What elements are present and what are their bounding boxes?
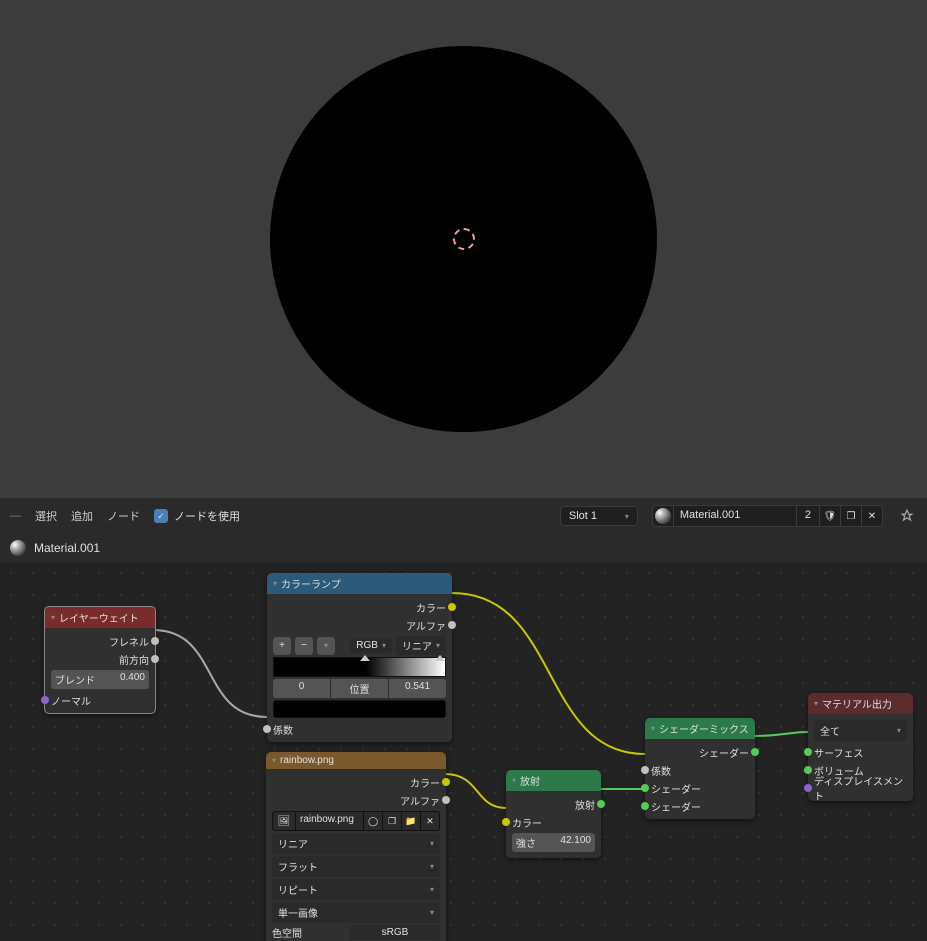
menu-select[interactable]: 選択 xyxy=(35,508,57,524)
color-mode-select[interactable]: RGB▾ xyxy=(350,638,392,653)
input-surface[interactable]: サーフェス xyxy=(808,743,913,761)
projection-select[interactable]: フラット▾ xyxy=(272,856,440,877)
collapse-icon[interactable]: — xyxy=(10,510,21,522)
node-header[interactable]: ▾カラーランプ xyxy=(267,573,452,594)
strength-slider[interactable]: 強さ42.100 xyxy=(512,833,595,852)
3d-cursor-icon xyxy=(453,228,475,250)
interpolation-select[interactable]: リニア▾ xyxy=(272,833,440,854)
fake-user-button[interactable]: 🛡 xyxy=(820,505,841,527)
node-layer-weight[interactable]: ▾レイヤーウェイト フレネル 前方向 ブレンド0.400 ノーマル xyxy=(44,606,156,714)
source-select[interactable]: 単一画像▾ xyxy=(272,902,440,923)
node-mix-shader[interactable]: ▾シェーダーミックス シェーダー 係数 シェーダー シェーダー xyxy=(645,718,755,819)
output-alpha[interactable]: アルファ xyxy=(266,791,446,809)
chevron-down-icon: ▾ xyxy=(625,512,629,521)
target-select[interactable]: 全て▾ xyxy=(814,720,907,741)
material-name-input[interactable]: Material.001 xyxy=(674,505,797,527)
breadcrumb-text: Material.001 xyxy=(34,541,100,555)
node-header[interactable]: ▾レイヤーウェイト xyxy=(45,607,155,628)
node-color-ramp[interactable]: ▾カラーランプ カラー アルファ + − ▾ RGB▾ リニア▾ 0 位置 0.… xyxy=(267,573,452,742)
output-fresnel[interactable]: フレネル xyxy=(45,632,155,650)
material-preview-icon[interactable] xyxy=(652,505,674,527)
output-color[interactable]: カラー xyxy=(267,598,452,616)
remove-stop-button[interactable]: − xyxy=(295,637,313,655)
interpolation-select[interactable]: リニア▾ xyxy=(396,636,446,655)
input-shader-2[interactable]: シェーダー xyxy=(645,797,755,815)
input-color[interactable]: カラー xyxy=(506,813,601,831)
input-normal[interactable]: ノーマル xyxy=(45,691,155,709)
ramp-menu-button[interactable]: ▾ xyxy=(317,637,335,655)
image-icon[interactable]: 🖼 xyxy=(272,811,296,831)
color-space-select[interactable]: sRGB xyxy=(350,925,440,940)
use-nodes-label: ノードを使用 xyxy=(174,508,240,524)
add-stop-button[interactable]: + xyxy=(273,637,291,655)
output-alpha[interactable]: アルファ xyxy=(267,616,452,634)
node-header[interactable]: ▾シェーダーミックス xyxy=(645,718,755,739)
node-material-output[interactable]: ▾マテリアル出力 全て▾ サーフェス ボリューム ディスプレイスメント xyxy=(808,693,913,801)
unlink-image-button[interactable]: ✕ xyxy=(421,811,440,831)
output-emission[interactable]: 放射 xyxy=(506,795,601,813)
material-icon xyxy=(10,540,26,556)
new-image-button[interactable]: ❐ xyxy=(383,811,402,831)
color-ramp-gradient[interactable] xyxy=(273,657,446,677)
output-color[interactable]: カラー xyxy=(266,773,446,791)
stop-position-row: 0 位置 0.541 xyxy=(273,679,446,698)
pos-value[interactable]: 0.541 xyxy=(389,679,446,698)
slot-select[interactable]: Slot 1 ▾ xyxy=(560,506,638,526)
fake-user-button[interactable]: ◯ xyxy=(364,811,383,831)
viewport-3d[interactable] xyxy=(0,0,927,498)
node-emission[interactable]: ▾放射 放射 カラー 強さ42.100 xyxy=(506,770,601,858)
new-material-button[interactable]: ❐ xyxy=(841,505,862,527)
image-name-input[interactable]: rainbow.png xyxy=(296,811,364,831)
image-datablock-row: 🖼 rainbow.png ◯ ❐ 📁 ✕ xyxy=(272,811,440,831)
output-shader[interactable]: シェーダー xyxy=(645,743,755,761)
stop-color-swatch[interactable] xyxy=(273,700,446,718)
node-image-texture[interactable]: ▾rainbow.png カラー アルファ 🖼 rainbow.png ◯ ❐ … xyxy=(266,752,446,941)
output-facing[interactable]: 前方向 xyxy=(45,650,155,668)
extension-select[interactable]: リピート▾ xyxy=(272,879,440,900)
input-factor[interactable]: 係数 xyxy=(645,761,755,779)
input-factor[interactable]: 係数 xyxy=(267,720,452,738)
open-image-button[interactable]: 📁 xyxy=(402,811,421,831)
menu-add[interactable]: 追加 xyxy=(71,508,93,524)
use-nodes-checkbox[interactable]: ✓ ノードを使用 xyxy=(154,508,240,524)
input-displacement[interactable]: ディスプレイスメント xyxy=(808,779,913,797)
blend-slider[interactable]: ブレンド0.400 xyxy=(51,670,149,689)
rendered-sphere xyxy=(254,29,674,449)
checkmark-icon: ✓ xyxy=(154,509,168,523)
pos-label: 位置 xyxy=(331,679,389,698)
slot-label: Slot 1 xyxy=(569,510,597,522)
node-header[interactable]: ▾rainbow.png xyxy=(266,752,446,769)
stop-index[interactable]: 0 xyxy=(273,679,331,698)
unlink-button[interactable]: ✕ xyxy=(862,505,883,527)
node-header[interactable]: ▾マテリアル出力 xyxy=(808,693,913,714)
color-space-row: 色空間 sRGB xyxy=(272,925,440,940)
ramp-stop-1[interactable] xyxy=(435,655,445,679)
node-header[interactable]: ▾放射 xyxy=(506,770,601,791)
input-shader-1[interactable]: シェーダー xyxy=(645,779,755,797)
ramp-stop-0[interactable] xyxy=(360,655,370,679)
color-space-label: 色空間 xyxy=(272,925,350,940)
menu-node[interactable]: ノード xyxy=(107,508,140,524)
node-editor[interactable]: ▾レイヤーウェイト フレネル 前方向 ブレンド0.400 ノーマル ▾カラーラン… xyxy=(0,562,927,941)
node-editor-header: — 選択 追加 ノード ✓ ノードを使用 Slot 1 ▾ Material.0… xyxy=(0,498,927,534)
breadcrumb: Material.001 xyxy=(0,534,927,562)
pin-button[interactable] xyxy=(897,506,917,526)
user-count[interactable]: 2 xyxy=(797,505,820,527)
